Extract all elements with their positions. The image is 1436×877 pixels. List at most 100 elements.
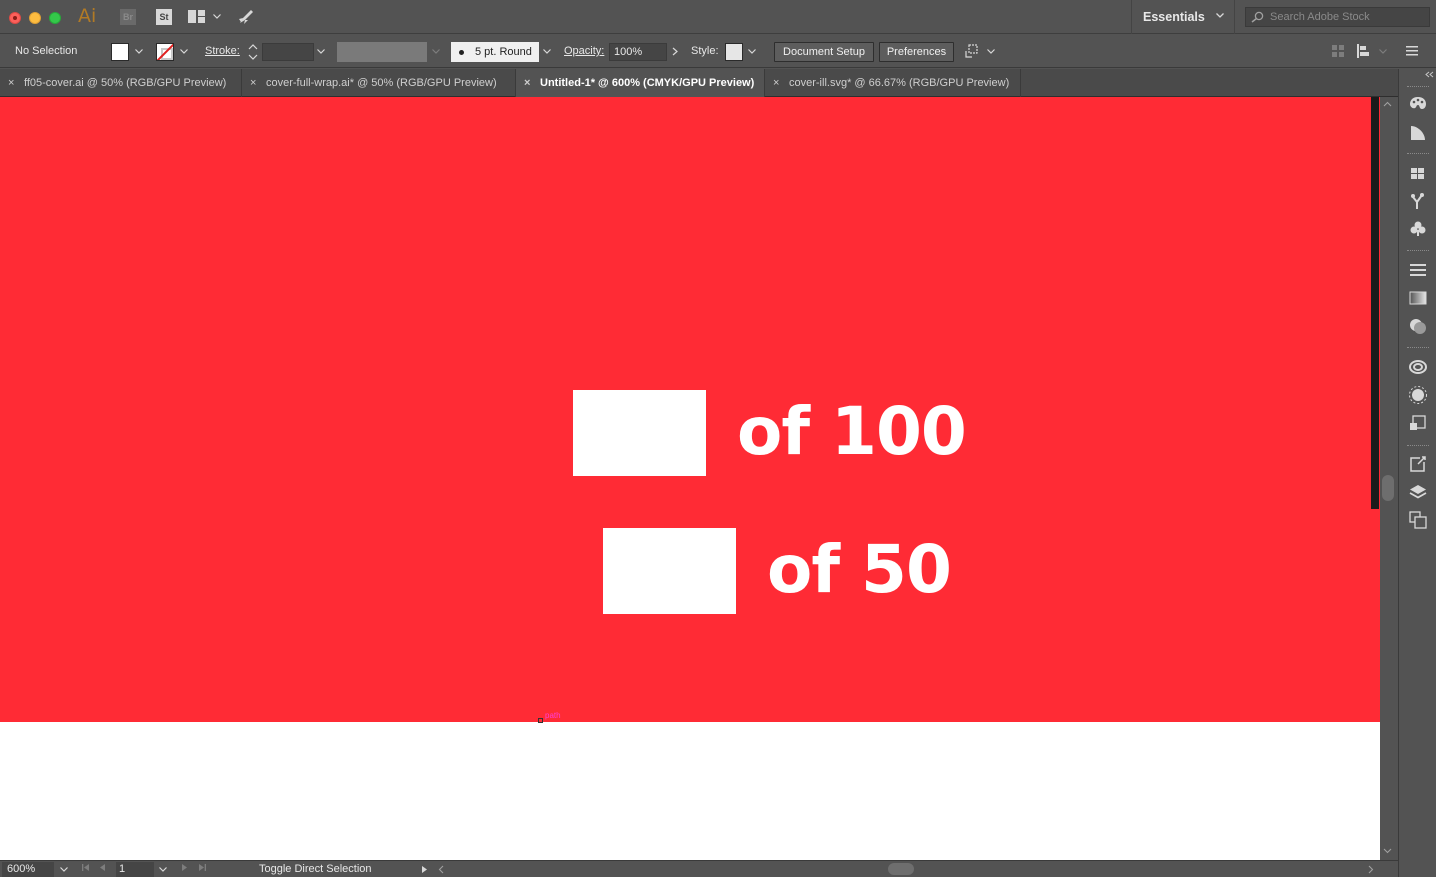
tab-label: ff05-cover.ai @ 50% (RGB/GPU Preview) [24, 77, 227, 89]
next-artboard-icon[interactable] [181, 863, 189, 872]
status-tool-hint[interactable]: Toggle Direct Selection [259, 861, 372, 877]
panel-menu-icon[interactable] [1406, 46, 1418, 56]
chevron-right-icon[interactable] [672, 47, 678, 56]
tab-ff05-cover[interactable]: × ff05-cover.ai @ 50% (RGB/GPU Preview) [0, 69, 242, 97]
horizontal-scrollbar[interactable] [437, 862, 1381, 876]
grid-icon[interactable] [1332, 45, 1344, 57]
status-bar: 600% 1 Toggle Direct Selection [0, 860, 1398, 877]
panel-grip[interactable] [1407, 445, 1429, 448]
vertical-scrollbar[interactable] [1380, 97, 1397, 860]
close-icon[interactable]: × [524, 69, 530, 97]
counter-text-bottom[interactable]: of 50 [767, 537, 952, 603]
opacity-label[interactable]: Opacity: [564, 35, 604, 68]
stroke-weight-stepper[interactable] [247, 42, 259, 62]
panel-grip[interactable] [1407, 347, 1429, 350]
counter-text-top[interactable]: of 100 [737, 399, 967, 465]
opacity-field[interactable]: 100% [609, 43, 667, 61]
chevron-down-icon[interactable] [135, 49, 143, 54]
color-icon[interactable] [1408, 123, 1428, 143]
scroll-up-icon[interactable] [1383, 101, 1392, 107]
rocket-icon[interactable] [237, 8, 255, 26]
document-setup-button[interactable]: Document Setup [774, 42, 874, 62]
document-tabs: × ff05-cover.ai @ 50% (RGB/GPU Preview) … [0, 69, 1398, 97]
chevron-down-icon[interactable] [543, 49, 551, 54]
search-placeholder: Search Adobe Stock [1270, 11, 1370, 23]
horizontal-scroll-thumb[interactable] [888, 863, 914, 875]
tab-label: cover-full-wrap.ai* @ 50% (RGB/GPU Previ… [266, 77, 497, 89]
color-guide-icon[interactable] [1408, 94, 1428, 114]
chevron-down-icon[interactable] [987, 49, 995, 54]
brush-definition[interactable]: 5 pt. Round [451, 42, 539, 62]
tab-label: Untitled-1* @ 600% (CMYK/GPU Preview) [540, 77, 755, 89]
chevron-down-icon [1216, 13, 1224, 18]
close-window-button[interactable] [9, 12, 21, 24]
artboards-icon[interactable] [1408, 510, 1428, 530]
last-artboard-icon[interactable] [197, 863, 207, 872]
select-similar-icon[interactable] [964, 43, 982, 59]
artboard-number-field[interactable]: 1 [116, 862, 154, 877]
close-icon[interactable]: × [773, 69, 779, 97]
zoom-window-button[interactable] [49, 12, 61, 24]
arrange-documents-icon[interactable] [188, 10, 205, 23]
chevron-down-icon[interactable] [159, 867, 167, 872]
first-artboard-icon[interactable] [81, 863, 91, 872]
scroll-right-icon[interactable] [1368, 865, 1374, 874]
transform-icon[interactable] [1408, 413, 1428, 433]
chevron-down-icon[interactable] [1379, 49, 1387, 54]
fill-color-swatch[interactable] [111, 43, 129, 61]
align-icon[interactable] [1357, 44, 1373, 58]
graphic-style-swatch[interactable] [725, 43, 743, 61]
previous-artboard-icon[interactable] [98, 863, 106, 872]
tab-cover-full-wrap[interactable]: × cover-full-wrap.ai* @ 50% (RGB/GPU Pre… [242, 69, 516, 97]
stock-search-input[interactable]: Search Adobe Stock [1245, 7, 1430, 27]
cc-libraries-icon[interactable] [1408, 357, 1428, 377]
export-icon[interactable] [1408, 454, 1428, 474]
stock-button[interactable]: St [156, 9, 172, 25]
panel-grip[interactable] [1407, 153, 1429, 156]
chevron-down-icon[interactable] [748, 49, 756, 54]
bridge-button[interactable]: Br [120, 9, 136, 25]
tab-untitled-1[interactable]: × Untitled-1* @ 600% (CMYK/GPU Preview) [516, 69, 765, 97]
appearance-icon[interactable] [1408, 385, 1428, 405]
scroll-left-icon[interactable] [438, 865, 444, 874]
panel-grip[interactable] [1407, 250, 1429, 253]
chevron-down-icon [432, 49, 440, 54]
chevron-down-icon[interactable] [180, 49, 188, 54]
stroke-weight-field[interactable] [262, 43, 314, 61]
close-icon[interactable]: × [8, 69, 14, 97]
selection-status: No Selection [15, 45, 78, 57]
vertical-scroll-thumb[interactable] [1382, 475, 1394, 501]
zoom-level-field[interactable]: 600% [2, 862, 54, 877]
chevron-down-icon[interactable] [317, 49, 325, 54]
artboard-canvas[interactable]: of 100 of 50 path [0, 97, 1380, 860]
swatches-icon[interactable] [1408, 163, 1428, 183]
illustrator-logo: Ai [78, 5, 97, 27]
red-background-rectangle[interactable]: of 100 of 50 [0, 97, 1380, 722]
symbols-icon[interactable] [1408, 219, 1428, 239]
smart-guide-label: path [545, 711, 561, 720]
close-icon[interactable]: × [250, 69, 256, 97]
stroke-label[interactable]: Stroke: [205, 35, 240, 68]
stroke-color-swatch[interactable] [156, 43, 174, 61]
variable-width-profile[interactable] [337, 42, 427, 62]
scroll-down-icon[interactable] [1383, 848, 1392, 854]
panel-grip[interactable] [1407, 86, 1429, 89]
status-menu-arrow-icon[interactable] [421, 865, 428, 874]
anchor-cursor [538, 718, 543, 723]
transparency-icon[interactable] [1408, 316, 1428, 336]
collapse-panels-icon[interactable] [1425, 71, 1434, 78]
white-box-bottom[interactable] [603, 528, 736, 614]
layers-icon[interactable] [1408, 482, 1428, 502]
chevron-down-icon[interactable] [213, 14, 221, 19]
workspace-label: Essentials [1143, 10, 1205, 24]
tab-label: cover-ill.svg* @ 66.67% (RGB/GPU Preview… [789, 77, 1010, 89]
tab-cover-ill[interactable]: × cover-ill.svg* @ 66.67% (RGB/GPU Previ… [765, 69, 1021, 97]
preferences-button[interactable]: Preferences [879, 42, 954, 62]
white-box-top[interactable] [573, 390, 706, 476]
stroke-panel-icon[interactable] [1408, 260, 1428, 280]
chevron-down-icon[interactable] [60, 867, 68, 872]
brushes-icon[interactable] [1408, 191, 1428, 211]
gradient-icon[interactable] [1408, 288, 1428, 308]
workspace-switcher[interactable]: Essentials [1131, 0, 1235, 34]
minimize-window-button[interactable] [29, 12, 41, 24]
